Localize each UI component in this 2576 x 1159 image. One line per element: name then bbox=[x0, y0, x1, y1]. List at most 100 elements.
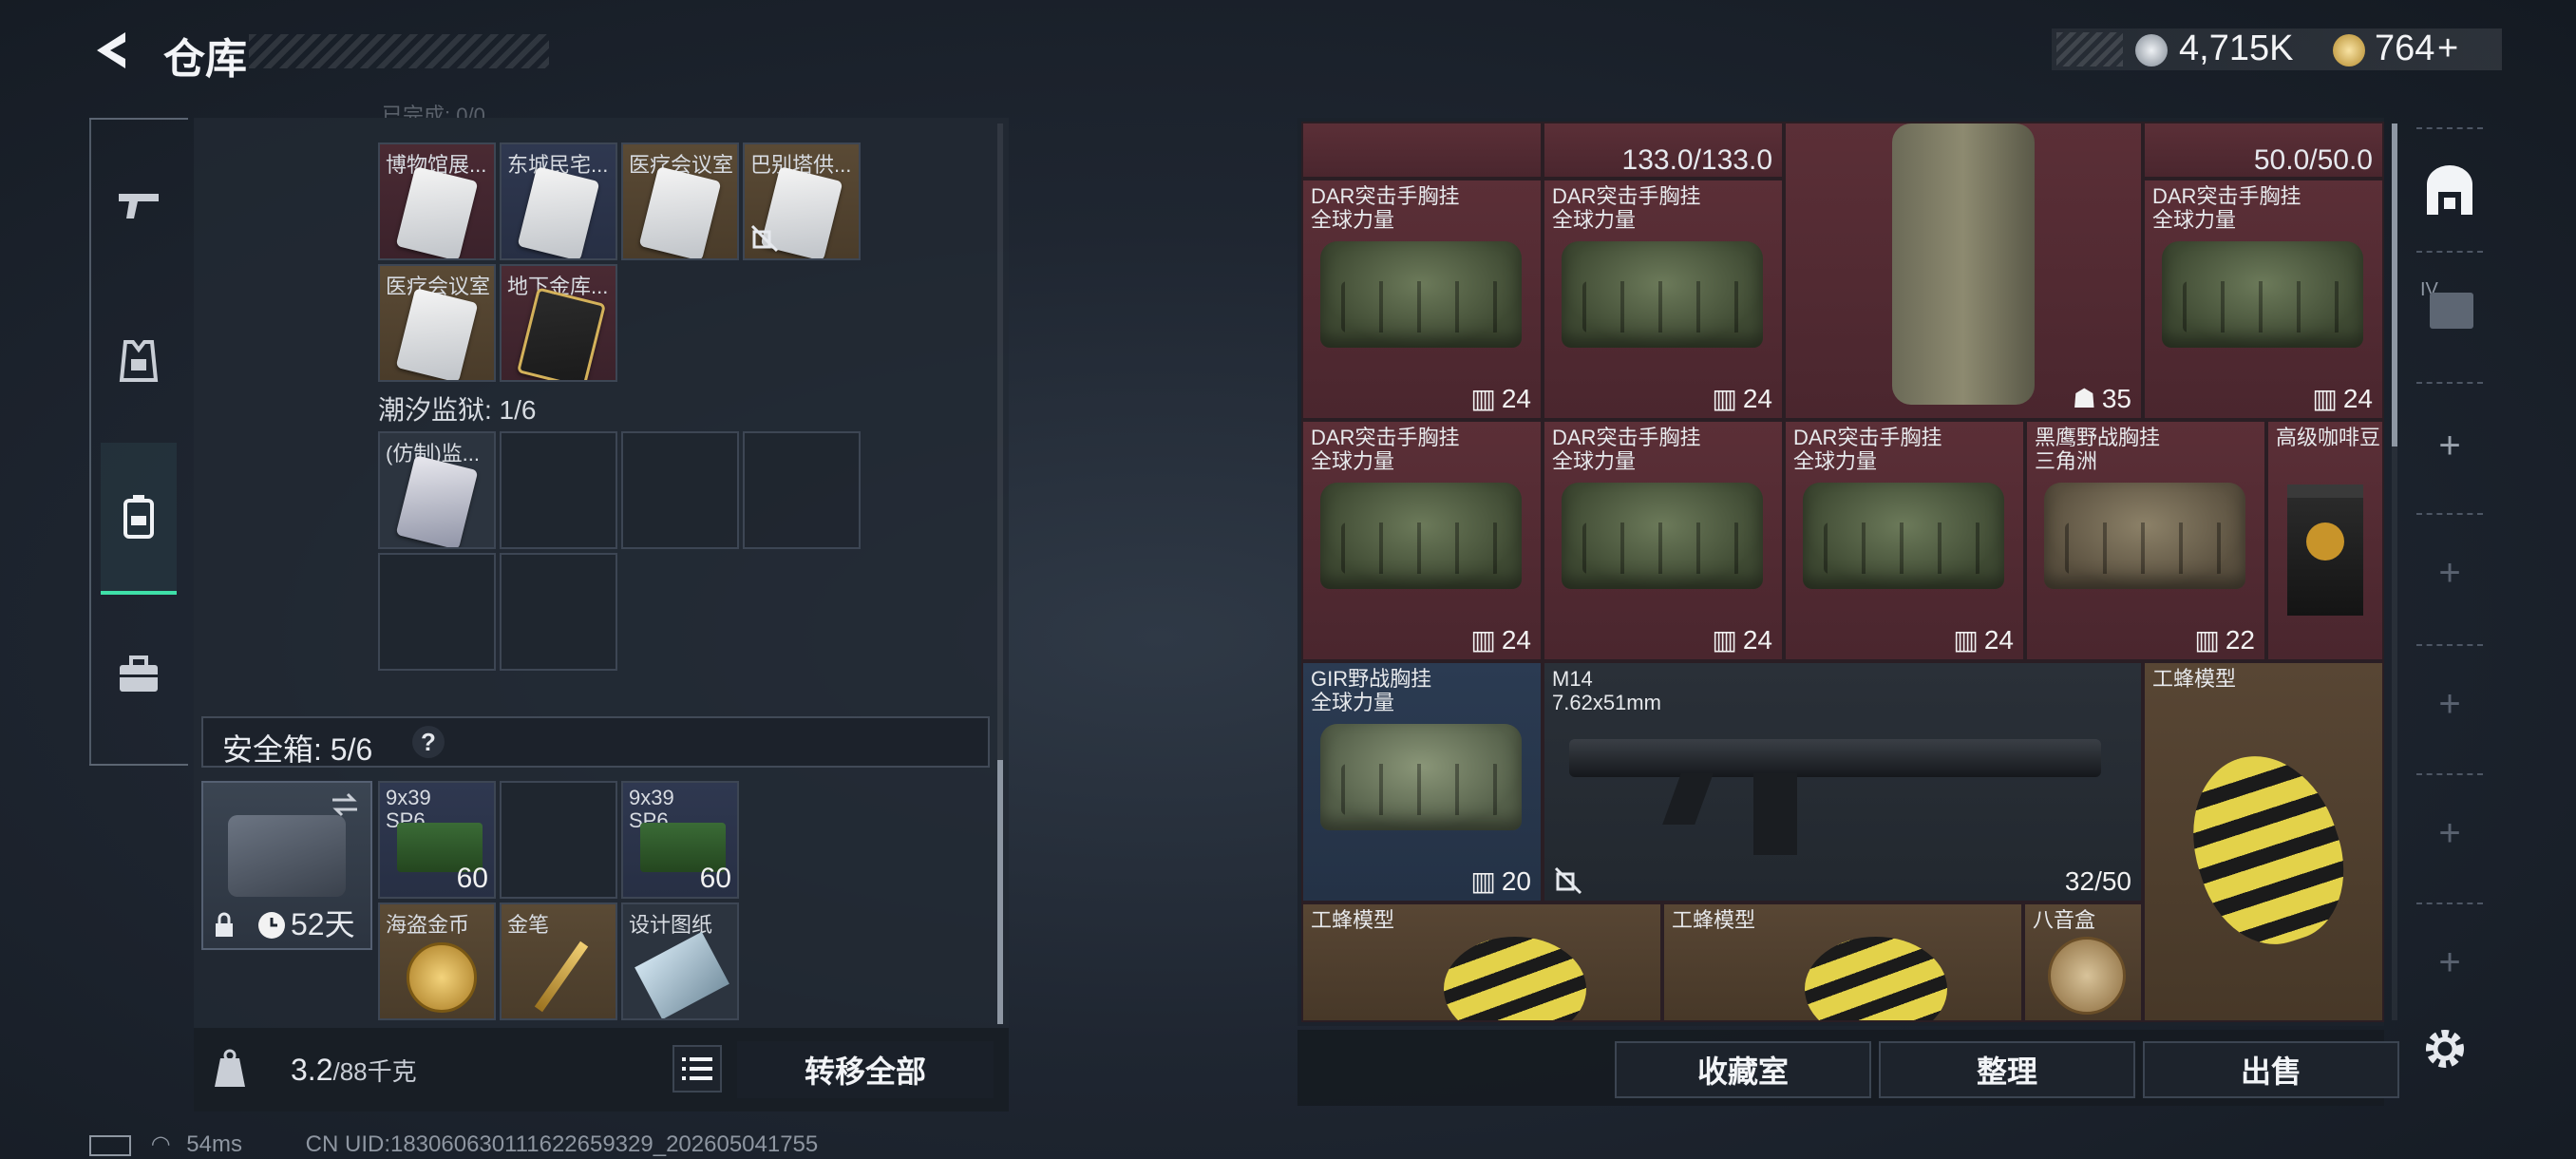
stash-item[interactable]: 地下金库... bbox=[500, 264, 617, 382]
tab-divider bbox=[2416, 513, 2483, 515]
chest-rig-image bbox=[1320, 241, 1522, 348]
keycard-icon bbox=[395, 166, 479, 258]
stash-item[interactable]: 东城民宅... bbox=[500, 142, 617, 260]
inventory-item[interactable]: 工蜂模型 bbox=[1662, 902, 2023, 1022]
safe-item[interactable]: 9x39 SP6 60 bbox=[621, 781, 739, 899]
chest-rig-image bbox=[1562, 483, 1763, 589]
inventory-item[interactable]: 工蜂模型 bbox=[2143, 661, 2384, 1022]
keycard-icon bbox=[395, 455, 479, 547]
keycard-icon bbox=[395, 288, 479, 380]
add-storage-plus-icon[interactable]: + bbox=[2428, 811, 2472, 855]
wifi-icon: ◠ bbox=[150, 1131, 171, 1157]
empty-slot[interactable] bbox=[621, 431, 739, 549]
stash-item[interactable]: 巴别塔供... bbox=[743, 142, 861, 260]
inventory-item[interactable]: 八音盒 bbox=[2023, 902, 2143, 1022]
safe-item[interactable]: 金笔 bbox=[500, 902, 617, 1020]
inventory-item[interactable]: DAR突击手胸挂 全球力量 ▥ 24 bbox=[1784, 420, 2025, 661]
chest-rig-image bbox=[2162, 241, 2363, 348]
empty-slot[interactable] bbox=[500, 781, 617, 899]
status-bar: ◠ 54ms CN UID:183060630111622659329_2026… bbox=[89, 1130, 818, 1158]
gold-coin-icon bbox=[2333, 34, 2365, 66]
help-button[interactable]: ? bbox=[412, 726, 445, 758]
empty-slot[interactable] bbox=[743, 431, 861, 549]
inventory-item[interactable]: DAR突击手胸挂 全球力量 ▥ 24 bbox=[1543, 179, 1784, 420]
inventory-item[interactable]: DAR突击手胸挂 全球力量 ▥ 24 bbox=[1301, 179, 1543, 420]
chest-rig-image bbox=[1562, 241, 1763, 348]
safe-days-remaining: 52天 bbox=[291, 907, 355, 941]
swap-icon[interactable] bbox=[329, 790, 361, 819]
tab-divider bbox=[2416, 382, 2483, 384]
nav-backpack-tab[interactable] bbox=[110, 488, 167, 545]
add-storage-plus-icon[interactable]: + bbox=[2428, 424, 2472, 467]
inventory-scrollbar[interactable] bbox=[2392, 124, 2397, 1020]
silver-amount: 4,715K bbox=[2179, 28, 2294, 68]
gold-topup-button[interactable]: + bbox=[2437, 28, 2458, 69]
coffee-logo-icon bbox=[2306, 522, 2344, 560]
battery-icon bbox=[89, 1134, 131, 1156]
add-storage-plus-icon[interactable]: + bbox=[2428, 682, 2472, 726]
stash-scrollbar[interactable] bbox=[997, 124, 1003, 1024]
weight-icon bbox=[215, 1049, 245, 1087]
inventory-item[interactable]: GIR野战胸挂 全球力量 ▥ 20 bbox=[1301, 661, 1543, 902]
safe-item[interactable]: 设计图纸 bbox=[621, 902, 739, 1020]
stash-item[interactable]: (仿制)监... bbox=[378, 431, 496, 549]
tab-divider bbox=[2416, 902, 2483, 904]
inventory-item-weapon[interactable]: M14 7.62x51mm 32/50 bbox=[1543, 661, 2143, 902]
empty-slot[interactable] bbox=[500, 431, 617, 549]
inventory-item-large[interactable]: ☗ 35 bbox=[1784, 122, 2143, 420]
bee-model-image bbox=[2169, 736, 2365, 962]
list-view-button[interactable] bbox=[672, 1045, 722, 1092]
backpack-image bbox=[1892, 124, 2035, 405]
safe-container[interactable]: 52天 bbox=[201, 781, 372, 950]
gun-icon bbox=[119, 194, 159, 218]
rifle-magazine bbox=[1753, 773, 1797, 855]
tab-divider bbox=[2416, 127, 2483, 129]
folder-icon bbox=[2430, 293, 2473, 329]
warehouse-icon bbox=[2427, 165, 2472, 215]
empty-slot[interactable] bbox=[500, 553, 617, 671]
nav-armor-tab[interactable] bbox=[110, 332, 167, 390]
inventory-item[interactable]: DAR突击手胸挂 全球力量 ▥ 24 bbox=[1301, 420, 1543, 661]
safe-item[interactable]: 海盗金币 bbox=[378, 902, 496, 1020]
stash-scrollbar-thumb[interactable] bbox=[997, 760, 1003, 1024]
stash-item[interactable]: 博物馆展... bbox=[378, 142, 496, 260]
inventory-item[interactable]: DAR突击手胸挂 全球力量 ▥ 24 bbox=[1543, 420, 1784, 661]
safe-item[interactable]: 9x39 SP6 60 bbox=[378, 781, 496, 899]
inventory-item[interactable]: 工蜂模型 bbox=[1301, 902, 1662, 1022]
sort-button[interactable]: 整理 bbox=[1879, 1041, 2135, 1098]
nav-case-tab[interactable] bbox=[110, 646, 167, 703]
transfer-all-button[interactable]: 转移全部 bbox=[737, 1041, 994, 1098]
partial-section-title: 已完成: 0/0 bbox=[382, 104, 485, 118]
tide-prison-title: 潮汐监狱: 1/6 bbox=[378, 395, 537, 425]
weight-max: /88千克 bbox=[332, 1057, 417, 1086]
silver-coin-icon bbox=[2135, 34, 2168, 66]
safe-case-icon bbox=[228, 815, 346, 897]
tab-storage-iv[interactable]: IV bbox=[2416, 279, 2483, 346]
rig-icon: ▥ bbox=[2194, 625, 2220, 655]
gold-pen-icon bbox=[534, 940, 589, 1013]
chest-rig-image bbox=[1320, 483, 1522, 589]
back-button[interactable] bbox=[87, 27, 135, 74]
settings-button[interactable] bbox=[2422, 1026, 2468, 1072]
tab-main-storage[interactable] bbox=[2416, 156, 2483, 228]
add-storage-plus-icon[interactable]: + bbox=[2428, 551, 2472, 595]
add-storage-plus-icon[interactable]: + bbox=[2428, 940, 2472, 984]
inventory-item-partial[interactable]: 133.0/133.0 bbox=[1543, 122, 1784, 179]
rig-icon: ▥ bbox=[1470, 384, 1496, 413]
inventory-item[interactable]: 高级咖啡豆 bbox=[2266, 420, 2384, 661]
empty-slot[interactable] bbox=[378, 553, 496, 671]
inventory-item[interactable]: DAR突击手胸挂 全球力量 ▥ 24 bbox=[2143, 179, 2384, 420]
inventory-item[interactable]: 黑鹰野战胸挂 三角洲 ▥ 22 bbox=[2025, 420, 2266, 661]
inventory-item-partial[interactable] bbox=[1301, 122, 1543, 179]
rig-icon: ▥ bbox=[1712, 625, 1737, 655]
keycard-icon bbox=[517, 166, 600, 258]
inventory-item-partial[interactable]: 50.0/50.0 bbox=[2143, 122, 2384, 179]
stash-item[interactable]: 医疗会议室 bbox=[378, 264, 496, 382]
stash-item[interactable]: 医疗会议室 bbox=[621, 142, 739, 260]
nav-weapon-tab[interactable] bbox=[110, 177, 167, 234]
rifle-image bbox=[1569, 739, 2101, 777]
currency-decoration bbox=[2056, 32, 2123, 66]
sell-button[interactable]: 出售 bbox=[2143, 1041, 2399, 1098]
inventory-scrollbar-thumb[interactable] bbox=[2392, 124, 2397, 446]
collection-room-button[interactable]: 收藏室 bbox=[1615, 1041, 1871, 1098]
